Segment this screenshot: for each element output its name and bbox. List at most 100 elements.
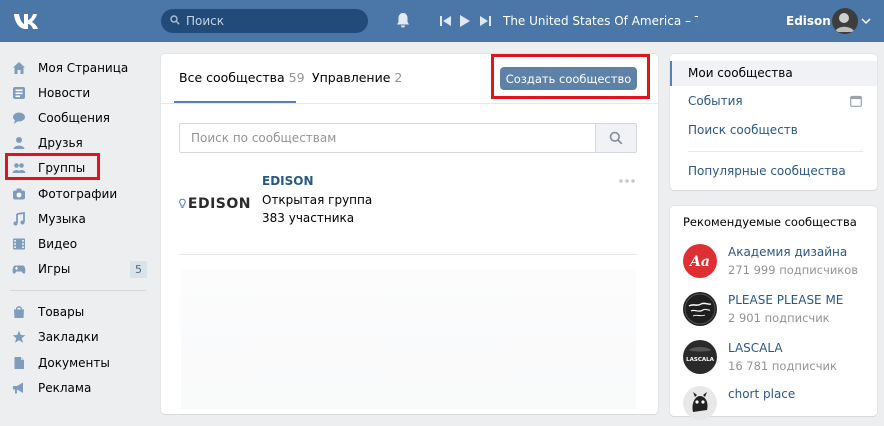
recommended-name[interactable]: chort place xyxy=(728,387,795,401)
vk-logo[interactable] xyxy=(13,11,43,31)
camera-icon xyxy=(13,188,25,200)
blurred-content-area xyxy=(181,269,636,409)
tab-count: 59 xyxy=(288,70,305,85)
nav-label: Сообщения xyxy=(38,110,111,125)
chort-place-logo xyxy=(692,392,708,412)
video-icon xyxy=(13,238,25,250)
nav-label: Документы xyxy=(38,355,110,370)
more-options-icon[interactable] xyxy=(618,178,636,184)
left-nav: Моя Страница Новости Сообщения Друзья Гр… xyxy=(10,55,150,400)
please-please-me-logo xyxy=(684,293,716,325)
top-search-input[interactable] xyxy=(186,12,356,30)
home-icon xyxy=(13,61,25,74)
community-item[interactable]: EDISON EDISON Открытая группа 383 участн… xyxy=(179,174,637,254)
nav-item-documents[interactable]: Документы xyxy=(10,350,150,375)
calendar-icon[interactable] xyxy=(850,95,862,107)
messages-icon xyxy=(13,112,25,124)
community-search[interactable] xyxy=(179,123,637,153)
bell-icon[interactable] xyxy=(396,12,410,28)
tab-management[interactable]: Управление 2 xyxy=(312,70,402,85)
nav-label: Игры xyxy=(38,262,71,277)
nav-label: Товары xyxy=(38,305,85,320)
megaphone-icon xyxy=(13,382,23,394)
recommended-item[interactable]: chort place xyxy=(683,386,873,426)
prev-track-icon[interactable] xyxy=(440,15,452,27)
recommended-communities: Рекомендуемые сообщества Aa Академия диз… xyxy=(670,206,877,420)
community-search-button[interactable] xyxy=(595,124,636,152)
community-type: Открытая группа xyxy=(262,193,373,207)
recommended-name[interactable]: PLEASE PLEASE ME xyxy=(728,293,843,307)
community-search-input[interactable] xyxy=(191,130,571,146)
community-avatar[interactable] xyxy=(683,386,717,420)
tab-label: Управление xyxy=(312,70,391,85)
tab-all-communities[interactable]: Все сообщества 59 xyxy=(179,70,305,85)
recommended-subscribers: 2 901 подписчик xyxy=(728,311,830,325)
community-avatar[interactable]: LASCALA xyxy=(683,340,717,374)
nav-item-video[interactable]: Видео xyxy=(10,231,150,256)
avatar-text: LASCALA xyxy=(686,357,715,363)
recommended-subscribers: 271 999 подписчиков xyxy=(728,263,859,277)
menu-divider xyxy=(688,151,863,152)
nav-item-music[interactable]: Музыка xyxy=(10,206,150,231)
top-bar: The United States Of America – The ... E… xyxy=(0,0,884,42)
tab-count: 2 xyxy=(394,70,403,85)
create-button-highlight-frame xyxy=(491,54,650,99)
star-icon xyxy=(12,331,26,344)
recommended-name[interactable]: Академия дизайна xyxy=(728,245,847,259)
menu-item-popular[interactable]: Популярные сообщества xyxy=(688,164,846,178)
community-name[interactable]: EDISON xyxy=(262,174,314,188)
news-icon xyxy=(13,86,25,99)
nav-item-photos[interactable]: Фотографии xyxy=(10,181,150,206)
nav-divider xyxy=(10,289,146,291)
menu-item-search-communities[interactable]: Поиск сообществ xyxy=(688,123,798,137)
avatar-text: Aa xyxy=(688,254,710,270)
nav-item-ads[interactable]: Реклама xyxy=(10,375,150,400)
avatar[interactable] xyxy=(832,8,858,34)
recommended-title: Рекомендуемые сообщества xyxy=(683,215,857,229)
list-divider xyxy=(179,254,637,255)
recommended-name[interactable]: LASCALA xyxy=(728,341,783,355)
nav-item-friends[interactable]: Друзья xyxy=(10,131,150,156)
community-logo-text: EDISON xyxy=(187,196,251,212)
nav-item-news[interactable]: Новости xyxy=(10,80,150,105)
menu-item-events[interactable]: События xyxy=(688,94,743,108)
recommended-subscribers: 16 781 подписчик xyxy=(728,359,837,373)
nav-label: Новости xyxy=(38,85,91,100)
music-icon xyxy=(13,211,25,226)
nav-item-goods[interactable]: Товары xyxy=(10,300,150,325)
lascala-logo: LASCALA xyxy=(686,347,715,363)
chevron-down-icon[interactable] xyxy=(861,16,871,26)
nav-label: Видео xyxy=(38,236,78,251)
recommended-item[interactable]: Aa Академия дизайна 271 999 подписчиков xyxy=(683,244,873,284)
play-icon[interactable] xyxy=(459,15,471,27)
nav-label: Музыка xyxy=(38,211,86,226)
academy-logo: Aa xyxy=(688,254,710,270)
nav-label: Закладки xyxy=(38,330,99,345)
recommended-item[interactable]: PLEASE PLEASE ME 2 901 подписчик xyxy=(683,292,873,332)
community-avatar[interactable] xyxy=(683,292,717,326)
search-icon xyxy=(609,131,623,145)
tab-label: Все сообщества xyxy=(179,70,285,85)
active-tab-underline xyxy=(174,101,296,103)
avatar-image xyxy=(832,8,858,34)
now-playing-title[interactable]: The United States Of America – The ... xyxy=(503,14,698,28)
top-search[interactable] xyxy=(161,9,368,33)
nav-item-games[interactable]: Игры 5 xyxy=(10,257,150,282)
user-name[interactable]: Edison xyxy=(786,14,831,28)
community-logo[interactable]: EDISON xyxy=(179,195,251,213)
community-members: 383 участника xyxy=(262,211,355,225)
lightbulb-icon xyxy=(179,198,186,208)
next-track-icon[interactable] xyxy=(479,15,491,27)
nav-label: Реклама xyxy=(38,380,92,395)
nav-item-my-page[interactable]: Моя Страница xyxy=(10,55,150,80)
community-avatar[interactable]: Aa xyxy=(683,244,717,278)
menu-item-my-communities[interactable]: Мои сообщества xyxy=(688,66,793,80)
recommended-item[interactable]: LASCALA LASCALA 16 781 подписчик xyxy=(683,340,873,380)
search-icon xyxy=(170,15,180,25)
bag-icon xyxy=(14,306,24,319)
right-menu: Мои сообщества События Поиск сообществ П… xyxy=(670,54,877,190)
games-icon xyxy=(12,265,26,274)
nav-item-bookmarks[interactable]: Закладки xyxy=(10,325,150,350)
nav-item-messages[interactable]: Сообщения xyxy=(10,105,150,130)
communities-panel: Все сообщества 59 Управление 2 Создать соо… xyxy=(161,54,658,414)
